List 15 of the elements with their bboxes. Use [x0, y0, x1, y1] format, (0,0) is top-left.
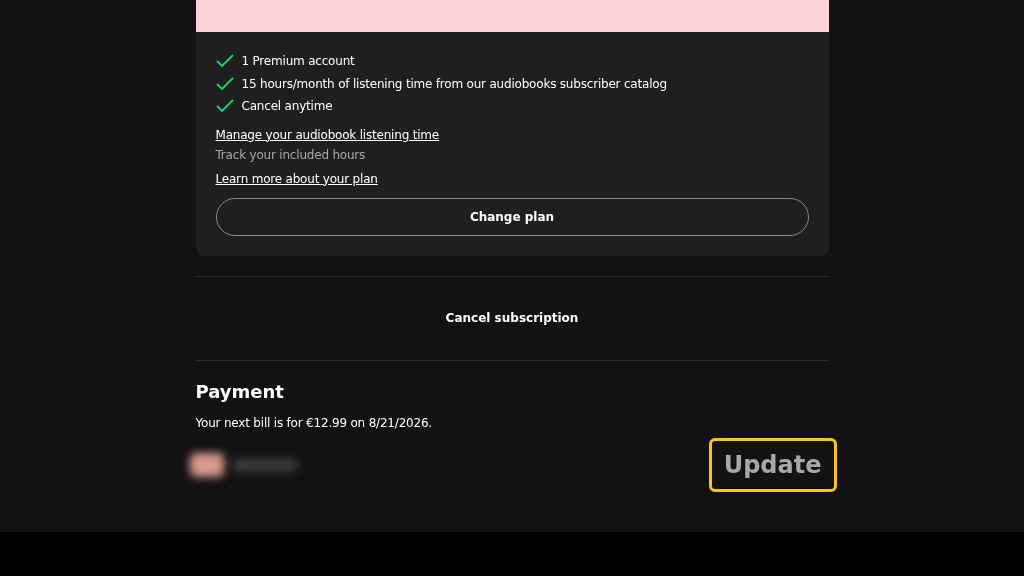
hint-text: Track your included hours [215, 147, 367, 162]
manage-listening-link[interactable]: Manage your audiobook listening time [215, 127, 439, 142]
feature-text: 1 Premium account [241, 54, 355, 69]
card-icon [189, 452, 224, 477]
check-icon [215, 54, 234, 69]
learn-more-link[interactable]: Learn more about your plan [215, 171, 378, 186]
update-button[interactable]: Update [708, 437, 837, 492]
next-bill-text: Your next bill is for €12.99 on 8/21/2026. [195, 415, 433, 430]
check-icon [215, 76, 234, 91]
cancel-subscription-button[interactable]: Cancel subscription [439, 310, 585, 326]
section-title: Payment [195, 380, 285, 402]
feature-text: 15 hours/month of listening time from our audiobooks subscriber catalog [241, 76, 667, 91]
check-icon [215, 99, 234, 114]
feature-text: Cancel anytime [241, 99, 333, 114]
redacted-text [231, 457, 298, 472]
